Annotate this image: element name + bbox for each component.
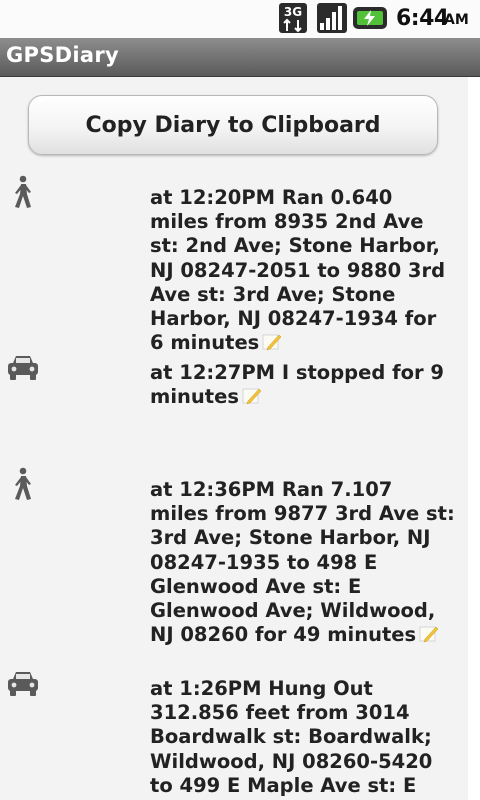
status-bar: 3G 6:44 AM [0, 0, 480, 38]
diary-list[interactable]: Copy Diary to Clipboard at 12:20PM Ran 0… [0, 77, 468, 800]
svg-text:3G: 3G [284, 5, 302, 19]
edit-note-icon[interactable] [262, 333, 282, 351]
entry-text: at 12:27PM I stopped for 9 minutes [150, 361, 455, 409]
signal-strength-icon [317, 3, 347, 33]
battery-charging-icon [353, 7, 387, 29]
app-title: GPSDiary [6, 43, 119, 67]
entry-text-content: at 12:36PM Ran 7.107 miles from 9877 3rd… [150, 478, 455, 647]
car-icon [8, 356, 38, 380]
copy-diary-button[interactable]: Copy Diary to Clipboard [28, 95, 438, 155]
edit-note-icon[interactable] [419, 625, 439, 643]
walking-person-icon [15, 175, 31, 208]
walking-person-icon [15, 467, 31, 500]
scrollbar-track[interactable] [468, 77, 480, 800]
entry-text-content: at 12:27PM I stopped for 9 minutes [150, 361, 444, 409]
clock-ampm: AM [444, 12, 469, 28]
entry-text-content: at 1:26PM Hung Out 312.856 feet from 301… [150, 677, 433, 800]
clock-time: 6:44 [396, 6, 449, 31]
entry-text: at 12:20PM Ran 0.640 miles from 8935 2nd… [150, 186, 455, 355]
car-icon [8, 672, 38, 696]
app-title-bar: GPSDiary [0, 38, 480, 77]
entry-text-content: at 12:20PM Ran 0.640 miles from 8935 2nd… [150, 186, 446, 355]
entry-text: at 12:36PM Ran 7.107 miles from 9877 3rd… [150, 478, 455, 647]
entry-text: at 1:26PM Hung Out 312.856 feet from 301… [150, 677, 455, 800]
3g-data-icon: 3G [279, 3, 307, 33]
edit-note-icon[interactable] [242, 387, 262, 405]
